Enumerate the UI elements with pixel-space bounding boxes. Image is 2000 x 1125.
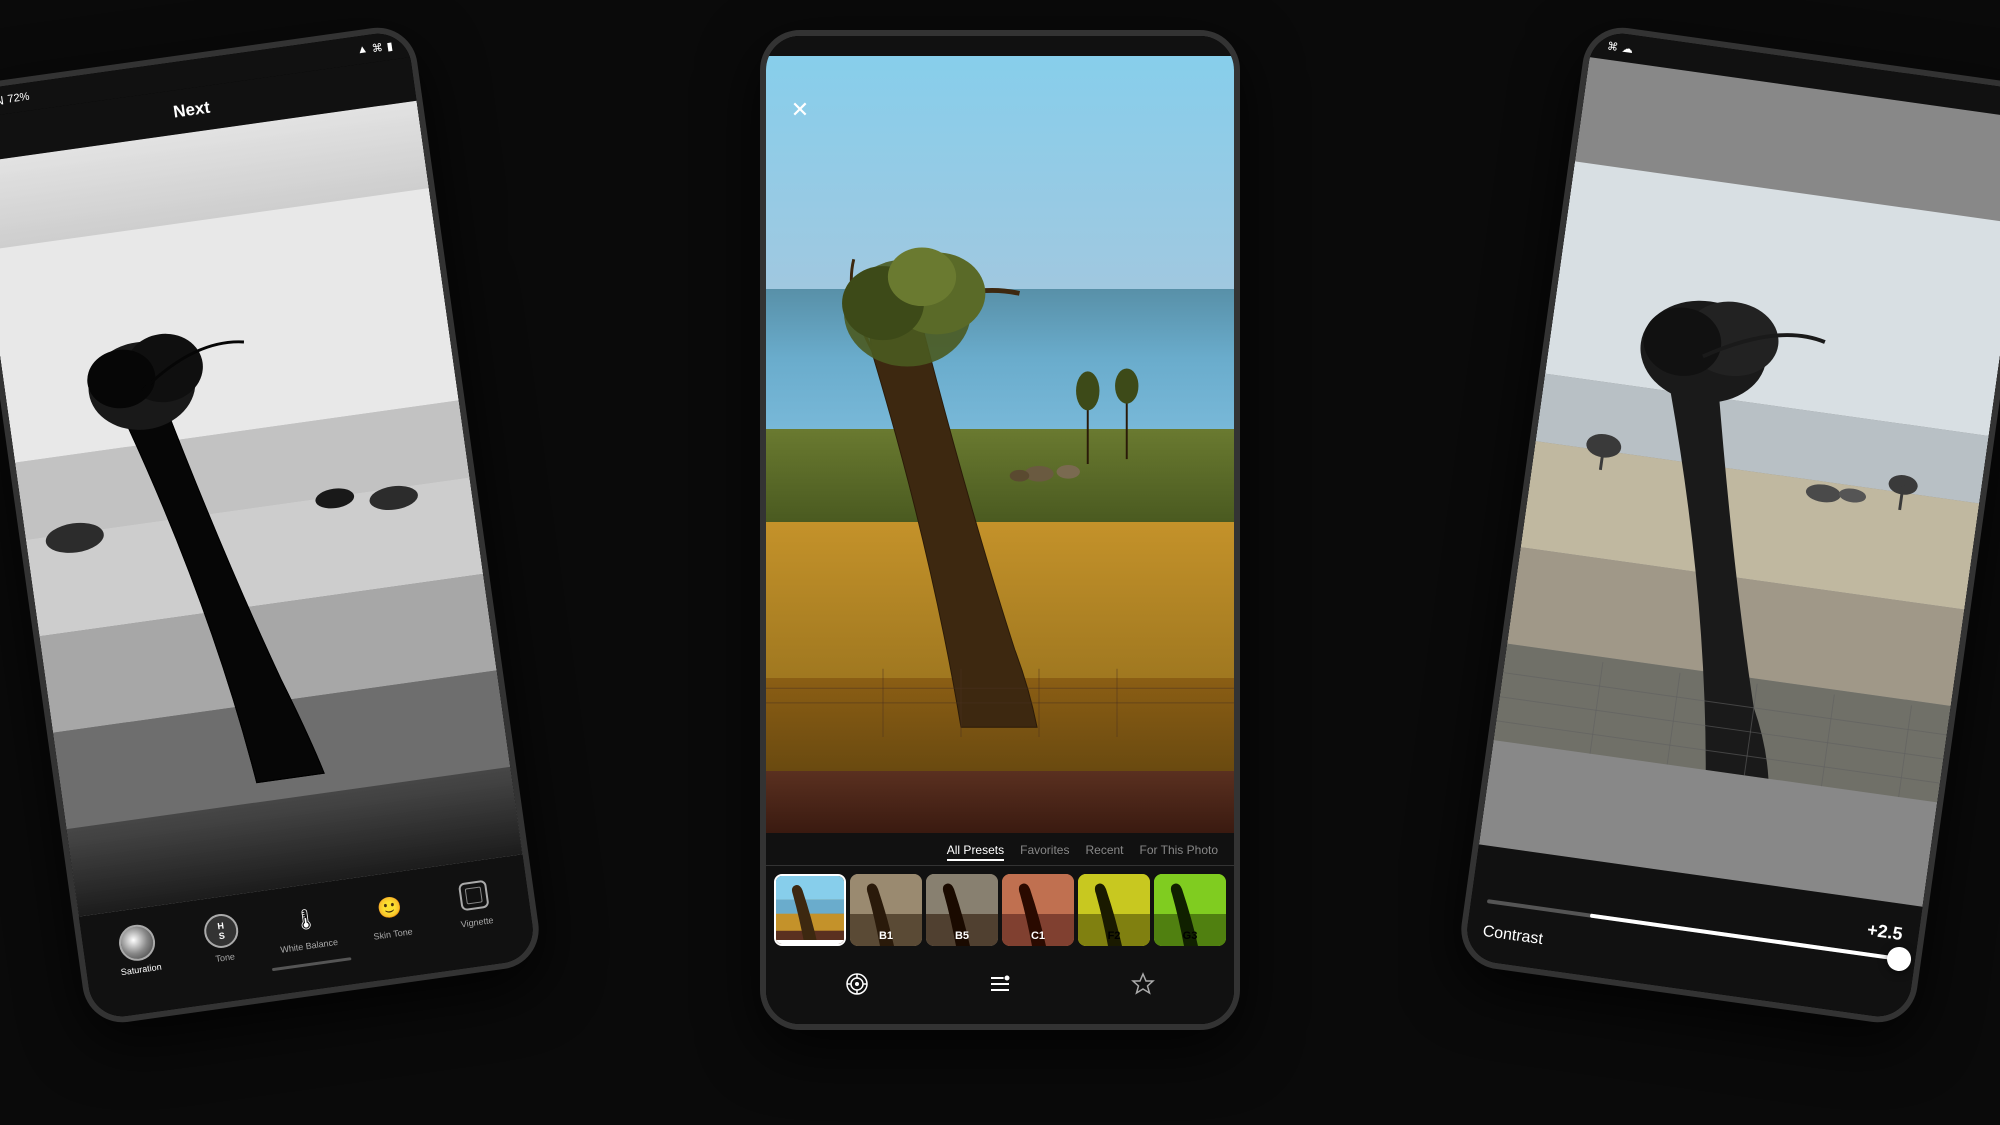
tool-vignette[interactable]: Vignette: [441, 874, 507, 932]
cloud-icon: ☁: [1621, 41, 1634, 55]
tab-favorites[interactable]: Favorites: [1020, 841, 1069, 861]
preset-c1-label: C1: [1002, 930, 1074, 942]
color-photo: [766, 56, 1234, 833]
preset-original[interactable]: [774, 874, 846, 946]
preset-c1-thumb: C1: [1002, 874, 1074, 946]
preset-f2[interactable]: F2: [1078, 874, 1150, 946]
preset-b1[interactable]: B1: [850, 874, 922, 946]
preset-b5[interactable]: B5: [926, 874, 998, 946]
menu-button[interactable]: [980, 964, 1020, 1004]
saturation-label: Saturation: [120, 962, 162, 978]
preset-c1[interactable]: C1: [1002, 874, 1074, 946]
nfc-icon: N: [0, 93, 5, 108]
preset-f2-thumb: F2: [1078, 874, 1150, 946]
tab-recent[interactable]: Recent: [1085, 841, 1123, 861]
preset-original-svg: [776, 876, 844, 944]
tool-white-balance[interactable]: 🌡 White Balance: [273, 897, 339, 955]
phone-center: ✕: [760, 30, 1240, 1030]
preset-g3-label: G3: [1154, 930, 1226, 942]
battery-icon: ▮: [386, 39, 394, 53]
presets-panel: All Presets Favorites Recent For This Ph…: [766, 833, 1234, 1024]
vignette-label: Vignette: [460, 915, 494, 929]
thermometer-icon: 🌡: [285, 899, 326, 940]
presets-thumbnails-row: B1 B5: [766, 866, 1234, 954]
preset-g3-thumb: G3: [1154, 874, 1226, 946]
tool-tone[interactable]: HS Tone: [189, 909, 255, 967]
target-icon: [845, 972, 869, 996]
tree-illustration-center: [766, 56, 1234, 833]
preset-original-thumb: [776, 876, 844, 944]
tone-label: Tone: [215, 951, 236, 964]
tab-for-this-photo[interactable]: For This Photo: [1140, 841, 1218, 861]
preset-b1-thumb: B1: [850, 874, 922, 946]
center-bottom-actions: [766, 954, 1234, 1024]
status-bar-right-left: ⌘ ☁: [1606, 39, 1634, 55]
signal-icon: ▲: [356, 43, 368, 56]
target-button[interactable]: [837, 964, 877, 1004]
tone-icon: HS: [201, 911, 242, 952]
battery-level: 72%: [7, 91, 30, 106]
preset-f2-label: F2: [1078, 930, 1150, 942]
slider-thumb[interactable]: [1886, 945, 1913, 972]
star-button[interactable]: [1123, 964, 1163, 1004]
star-icon: [1131, 972, 1155, 996]
presets-tabs: All Presets Favorites Recent For This Ph…: [766, 833, 1234, 866]
status-bar-right-info: ▲ ⌘ ▮: [356, 39, 393, 57]
wifi-signal-icon: ⌘: [1606, 39, 1619, 53]
status-bar-center: [766, 36, 1234, 56]
preset-b5-thumb: B5: [926, 874, 998, 946]
skin-tone-label: Skin Tone: [373, 926, 413, 941]
preset-g3[interactable]: G3: [1154, 874, 1226, 946]
white-balance-label: White Balance: [280, 937, 339, 955]
original-indicator: [776, 940, 844, 944]
vignette-icon: [453, 875, 494, 916]
wifi-icon: ⌘: [371, 40, 384, 54]
tool-skin-tone[interactable]: 🙂 Skin Tone: [357, 885, 423, 943]
menu-icon: [988, 972, 1012, 996]
tab-all-presets[interactable]: All Presets: [947, 841, 1004, 861]
preset-b5-label: B5: [926, 930, 998, 942]
photo-area-center: ✕: [766, 56, 1234, 833]
header-title-left: Next: [172, 98, 211, 123]
saturation-icon: [117, 922, 158, 963]
tool-saturation[interactable]: Saturation: [105, 921, 171, 979]
status-bar-left-info: ⬡ N 72%: [0, 90, 30, 111]
close-button[interactable]: ✕: [782, 92, 818, 128]
smiley-icon: 🙂: [369, 887, 410, 928]
preset-b1-label: B1: [850, 930, 922, 942]
